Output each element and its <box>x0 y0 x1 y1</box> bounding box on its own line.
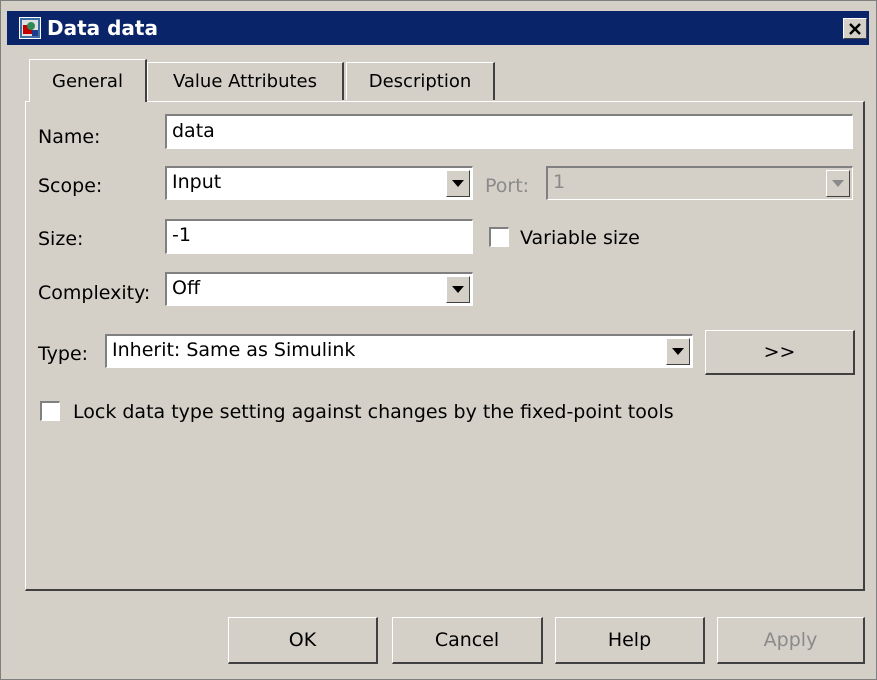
help-label: Help <box>607 629 652 651</box>
simulink-block-icon <box>19 17 41 39</box>
lock-data-type-checkbox[interactable] <box>40 401 60 421</box>
tab-description[interactable]: Description <box>346 62 495 100</box>
tab-label: Description <box>368 71 472 92</box>
complexity-dropdown[interactable]: Off <box>165 272 473 306</box>
scope-dropdown-button[interactable] <box>446 170 470 197</box>
ok-label: OK <box>288 629 317 651</box>
ok-button[interactable]: OK <box>228 617 378 664</box>
port-dropdown-button <box>826 170 850 197</box>
title-bar[interactable]: Data data <box>7 11 869 45</box>
name-label: Name: <box>38 126 101 148</box>
data-type-assistant-button[interactable]: >> <box>705 330 855 375</box>
scope-label: Scope: <box>38 175 103 197</box>
variable-size-label: Variable size <box>520 227 640 249</box>
cancel-button[interactable]: Cancel <box>392 617 543 664</box>
size-label: Size: <box>38 228 84 250</box>
apply-button: Apply <box>717 617 865 664</box>
scope-dropdown[interactable]: Input <box>165 166 473 200</box>
complexity-dropdown-button[interactable] <box>446 276 470 303</box>
tab-label: General <box>52 70 123 92</box>
tab-label: Value Attributes <box>172 71 317 92</box>
type-label: Type: <box>38 343 89 365</box>
cancel-label: Cancel <box>434 629 500 651</box>
complexity-value: Off <box>172 277 201 299</box>
apply-label: Apply <box>763 629 818 651</box>
chevron-down-icon <box>452 180 464 187</box>
variable-size-checkbox[interactable] <box>489 227 509 247</box>
port-value: 1 <box>553 171 566 193</box>
tab-general[interactable]: General <box>29 59 147 102</box>
data-dialog-window: Data data General Value Attributes Descr… <box>0 0 877 680</box>
close-icon <box>849 18 861 40</box>
chevron-down-icon <box>452 286 464 293</box>
name-field[interactable]: data <box>165 114 853 149</box>
type-dropdown[interactable]: Inherit: Same as Simulink <box>105 334 693 368</box>
chevron-down-icon <box>832 180 844 187</box>
type-value: Inherit: Same as Simulink <box>112 339 356 361</box>
chevron-down-icon <box>672 348 684 355</box>
window-title: Data data <box>47 16 158 40</box>
help-button[interactable]: Help <box>555 617 705 664</box>
type-dropdown-button[interactable] <box>666 338 690 365</box>
port-label: Port: <box>485 175 530 197</box>
tab-value-attributes[interactable]: Value Attributes <box>147 62 344 100</box>
scope-value: Input <box>172 171 222 193</box>
lock-data-type-label: Lock data type setting against changes b… <box>73 401 674 423</box>
port-dropdown: 1 <box>546 166 853 200</box>
close-button[interactable] <box>843 18 867 39</box>
data-type-assistant-label: >> <box>763 341 796 363</box>
complexity-label: Complexity: <box>38 282 151 304</box>
size-field[interactable]: -1 <box>165 219 473 254</box>
